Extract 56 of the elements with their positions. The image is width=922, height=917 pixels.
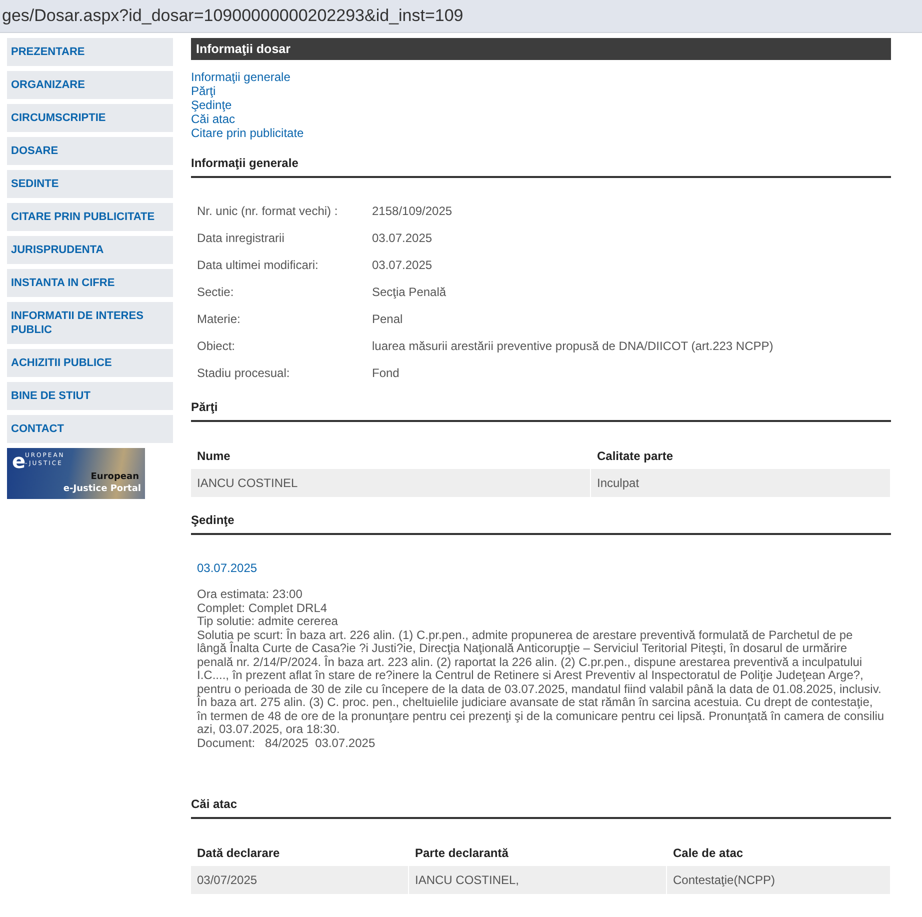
nav-link[interactable]: ACHIZITII PUBLICE (7, 349, 173, 377)
section-title: Părţi (191, 400, 218, 414)
nav-link[interactable]: JURISPRUDENTA (7, 236, 173, 264)
field-value: luarea măsurii arestării preventive propusă de DNA/DIICOT (art.223 NCPP) (372, 339, 774, 353)
banner-caption: e-Justice Portal (63, 484, 141, 494)
section-link[interactable]: Căi atac (191, 112, 236, 126)
hearing-date-link[interactable]: 03.07.2025 (197, 561, 258, 575)
table-cell: Contestaţie(NCPP) (667, 866, 891, 894)
table-cell: IANCU COSTINEL, (409, 866, 667, 894)
nav-link[interactable]: ORGANIZARE (7, 71, 173, 99)
section-link[interactable]: Părţi (191, 84, 216, 98)
field-label: Data inregistrarii (197, 231, 286, 245)
nav-link[interactable]: INSTANTA IN CIFRE (7, 269, 173, 297)
nav-link[interactable]: PREZENTARE (7, 38, 173, 66)
field-value: Penal (372, 312, 404, 326)
hearing-detail: Tip solutie: admite cererea (197, 615, 339, 628)
hearing-detail: Solutia pe scurt: În baza art. 226 alin. (1) C.pr.pen., admite propunerea de arestare preventivă formulată de Parchetul de pe lângă Înalta Curte de Casa?ie ?i Justi?ie, Direcţia Naţională Anticorupţie – Serviciul Teritorial Piteşti, în dosarul de urmărire penală nr. 2/14/P/2024. În baza art. 223 alin. (2) raportat la 226 alin. (2) C.pr.pen., dispune arestarea preventivă a inculpatului I.C...., în prezent aflat în stare de re?inere la Centrul de Retinere si Arest Preventiv al Inspectoratul de Poliţie Judeţean Arge?, pentru o perioada de 30 de zile cu începere de la data de 03.07.2025, mandatul fiind valabil până la data de 01.08.2025, inclusiv. În baza art. 275 alin. (3) C. proc. pen., cheltuielile judiciare avansate de stat rămân în sarcina acestuia. Cu drept de contestaţie, în termen de 48 de ore de la pronunţare pentru cei prezenţi şi de la comunicare pentru cei lipsă. Pronunţată în camera de consiliu azi, 03.07.2025, ora 18:30. (197, 628, 885, 736)
field-label: Nr. unic (nr. format vechi) : (197, 204, 339, 218)
table-cell: Inculpat (591, 469, 891, 497)
field-label: Data ultimei modificari: (197, 258, 320, 272)
nav-link[interactable]: CIRCUMSCRIPTIE (7, 104, 173, 132)
field-label: Stadiu procesual: (197, 366, 291, 380)
nav-link[interactable]: DOSARE (7, 137, 173, 165)
panel-title: Informaţii dosar (191, 38, 891, 60)
column-header: Parte declarantă (414, 845, 510, 862)
field-value: Secţia Penală (372, 285, 448, 299)
nav-link[interactable]: CONTACT (7, 415, 173, 443)
field-value: 03.07.2025 (372, 231, 434, 245)
nav-link[interactable]: INFORMATII DE INTERES PUBLIC (7, 302, 173, 344)
hearing-detail: Ora estimata: 23:00 (197, 588, 304, 602)
table-cell: IANCU COSTINEL (191, 469, 591, 497)
section-title: Şedinţe (191, 513, 234, 527)
column-header: Dată declarare (196, 845, 281, 862)
table-cell: 03/07/2025 (191, 866, 409, 894)
address-bar[interactable]: ges/Dosar.aspx?id_dosar=10900000000202293&id_inst=109 (0, 0, 922, 33)
section-link[interactable]: Şedinţe (191, 98, 232, 112)
nav-link[interactable]: BINE DE STIUT (7, 382, 173, 410)
banner-caption: European (90, 472, 139, 482)
section-title: Informaţii generale (191, 156, 298, 170)
column-header: Cale de atac (672, 845, 744, 862)
nav-link[interactable]: SEDINTE (7, 170, 173, 198)
field-label: Obiect: (197, 339, 236, 353)
column-header: Nume (196, 448, 232, 465)
column-header: Calitate parte (596, 448, 674, 465)
hearing-detail: Complet: Complet DRL4 (197, 602, 328, 615)
field-label: Sectie: (197, 285, 235, 299)
field-value: Fond (372, 366, 400, 380)
nav-link[interactable]: CITARE PRIN PUBLICITATE (7, 203, 173, 231)
section-link[interactable]: Informaţii generale (191, 70, 290, 84)
banner-mark: e (12, 450, 26, 472)
section-title: Căi atac (191, 797, 238, 811)
field-value: 2158/109/2025 (372, 204, 454, 218)
section-link[interactable]: Citare prin publicitate (191, 126, 304, 140)
field-value: 03.07.2025 (372, 258, 434, 272)
hearing-detail: Document: 84/2025 03.07.2025 (197, 736, 376, 750)
field-label: Materie: (197, 312, 242, 326)
